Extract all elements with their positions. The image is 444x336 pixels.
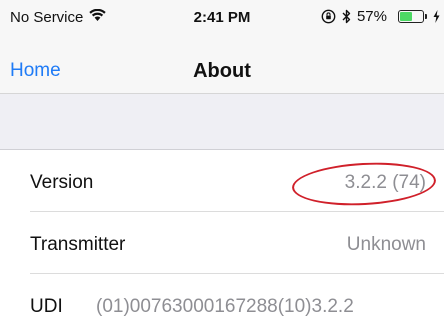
annotation-ellipse [290,159,438,209]
row-udi: UDI (01)00763000167288(10)3.2.2 [0,274,444,336]
row-value: Unknown [346,234,426,255]
row-label: Transmitter [30,234,126,255]
battery-percent: 57% [356,8,387,25]
row-version: Version 3.2.2 (74) [0,150,444,212]
charging-icon [433,10,440,23]
orientation-lock-icon [321,9,336,24]
row-value: (01)00763000167288(10)3.2.2 [96,296,354,317]
status-right: 57% [315,8,440,25]
bluetooth-icon [342,9,351,24]
page-title: About [193,60,251,82]
status-bar: No Service 2:41 PM 57% [0,0,444,34]
row-transmitter: Transmitter Unknown [0,212,444,274]
section-header-spacer [0,94,444,150]
row-label: Version [30,172,94,193]
navigation-bar: Home About [0,34,444,94]
about-list: Version 3.2.2 (74) Transmitter Unknown U… [0,150,444,336]
battery-icon [393,10,427,23]
row-label: UDI [30,296,63,317]
